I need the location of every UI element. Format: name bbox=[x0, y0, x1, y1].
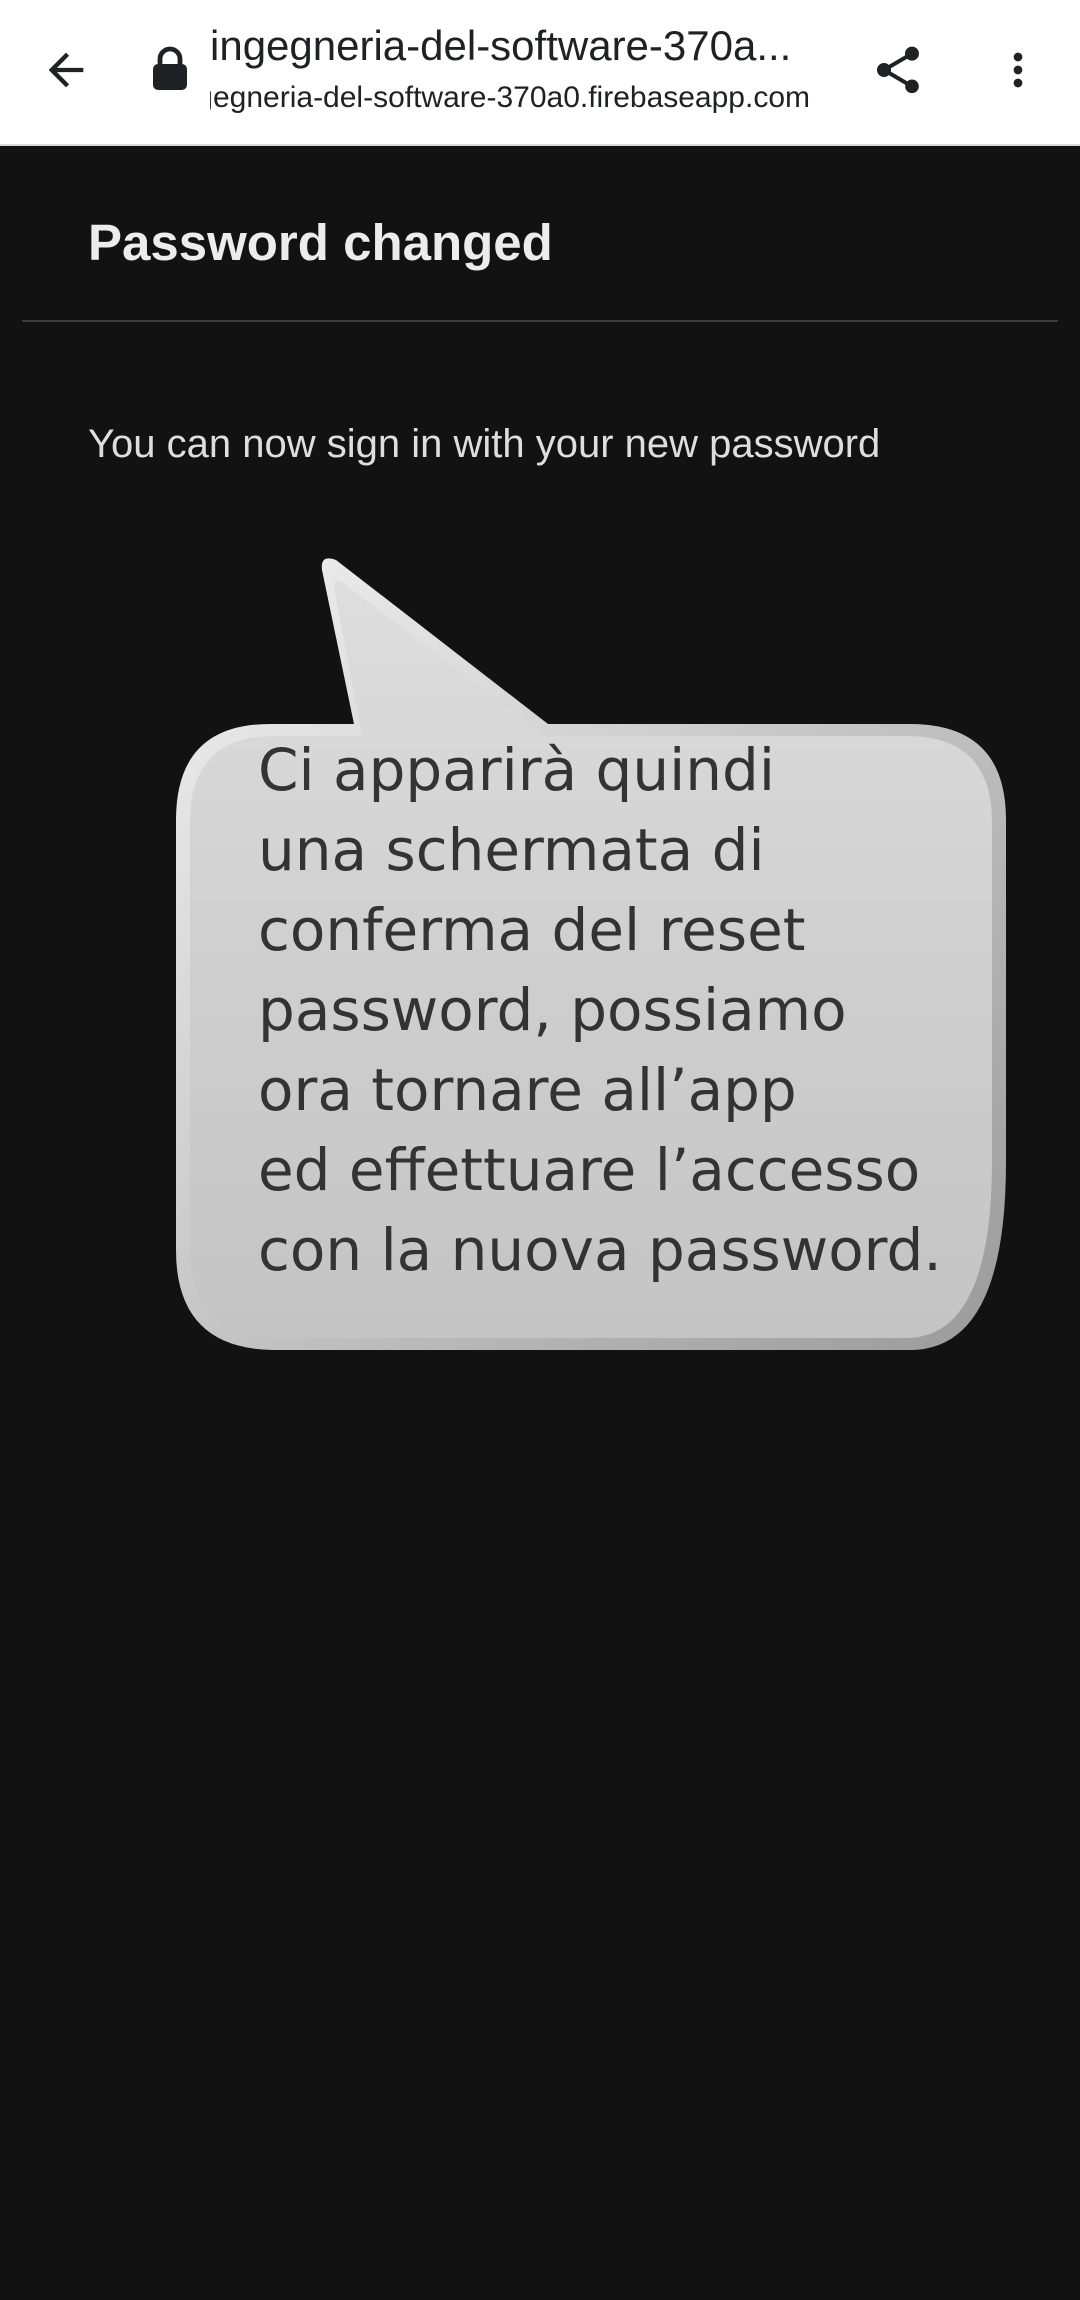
page: ingegneria-del-software-370a... ingegner… bbox=[0, 0, 1080, 2300]
bubble-line: ed effettuare l’accesso bbox=[258, 1136, 921, 1204]
arrow-left-icon bbox=[48, 52, 84, 88]
bubble-line: password, possiamo bbox=[258, 976, 847, 1044]
bubble-line: conferma del reset bbox=[258, 896, 806, 964]
bubble-line: Ci apparirà quindi bbox=[258, 736, 775, 804]
back-button[interactable] bbox=[24, 28, 108, 112]
more-vert-icon bbox=[1013, 52, 1023, 88]
url-host: ingegneria-del-software-370a0.firebaseap… bbox=[210, 81, 810, 114]
lock-icon bbox=[153, 46, 187, 90]
divider bbox=[22, 320, 1058, 322]
more-options-button[interactable] bbox=[976, 28, 1060, 112]
page-title: ingegneria-del-software-370a... bbox=[210, 22, 792, 69]
card-title: Password changed bbox=[88, 214, 553, 271]
browser-toolbar: ingegneria-del-software-370a... ingegner… bbox=[0, 0, 1080, 146]
card-message: You can now sign in with your new passwo… bbox=[88, 422, 881, 466]
speech-bubble: Ci apparirà quindi una schermata di conf… bbox=[170, 548, 1010, 1358]
share-button[interactable] bbox=[856, 28, 940, 112]
url-bar[interactable]: ingegneria-del-software-370a... ingegner… bbox=[210, 18, 810, 128]
bubble-line: ora tornare all’app bbox=[258, 1056, 797, 1124]
speech-bubble-text: Ci apparirà quindi una schermata di conf… bbox=[258, 730, 978, 1290]
bubble-line: con la nuova password. bbox=[258, 1216, 942, 1284]
share-icon bbox=[877, 46, 919, 94]
bubble-line: una schermata di bbox=[258, 816, 765, 884]
